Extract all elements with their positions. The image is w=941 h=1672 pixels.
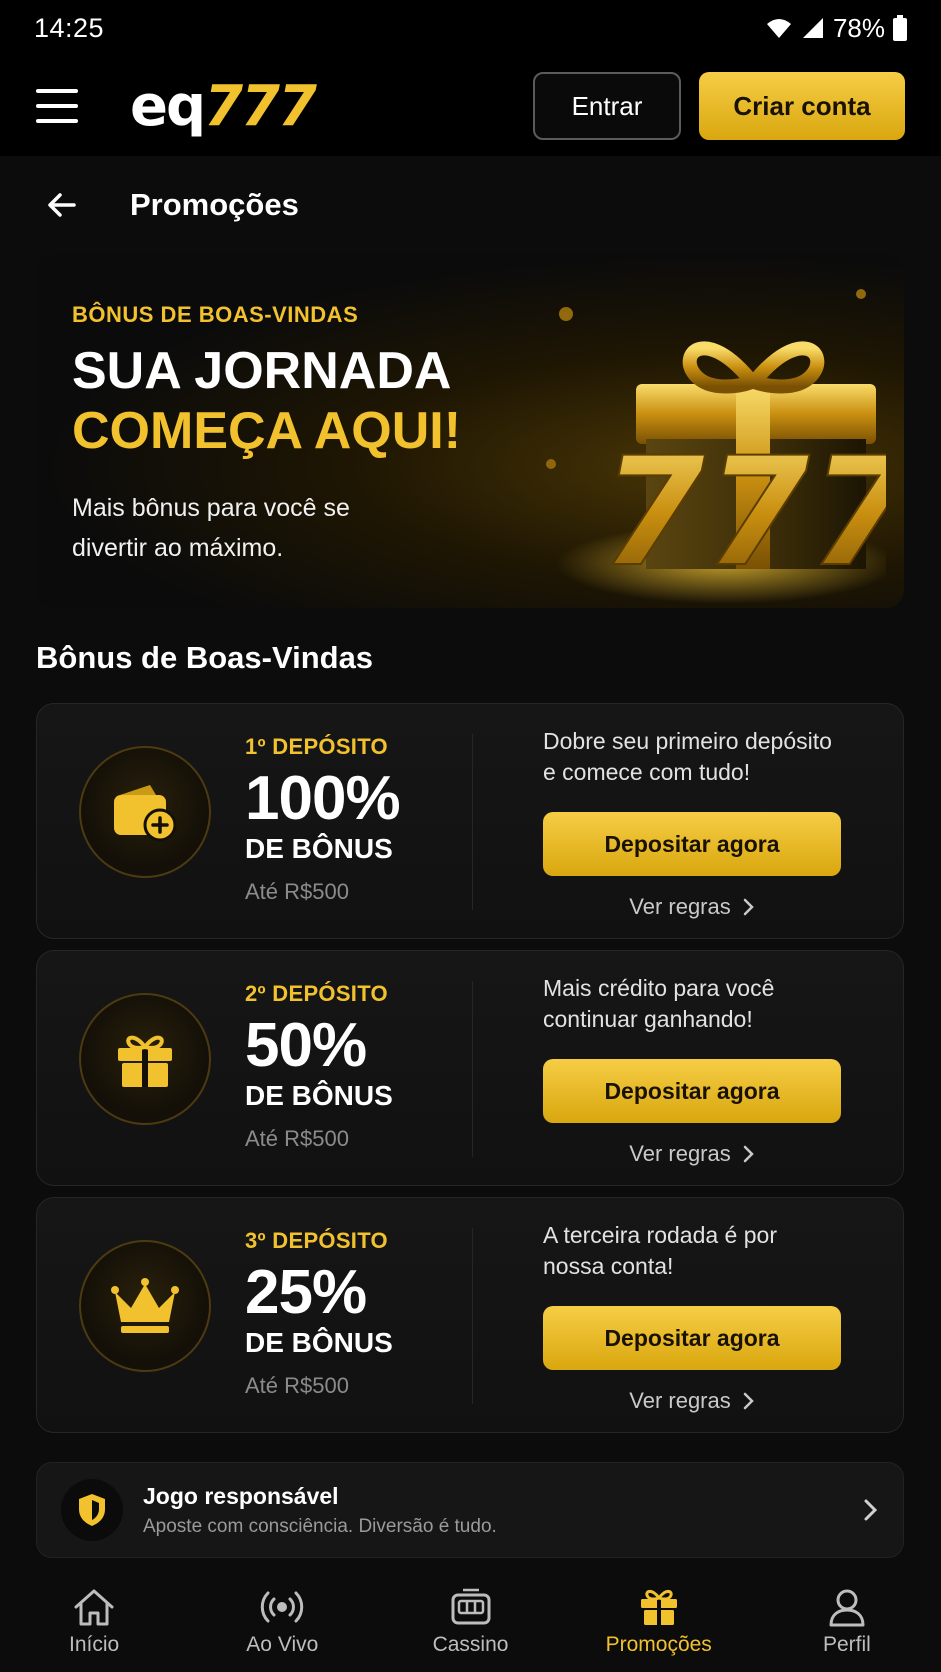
page-head: Promoções bbox=[0, 160, 941, 250]
signal-icon bbox=[802, 18, 823, 38]
bonus-medal bbox=[79, 993, 211, 1125]
nav-label: Promoções bbox=[605, 1633, 712, 1656]
rules-link-label: Ver regras bbox=[629, 1388, 731, 1413]
rules-link-label: Ver regras bbox=[629, 894, 731, 919]
rules-link[interactable]: Ver regras bbox=[543, 1141, 841, 1167]
bonus-card-3: 3º DEPÓSITO 25% DE BÔNUS Até R$500 A ter… bbox=[36, 1197, 904, 1433]
rules-link[interactable]: Ver regras bbox=[543, 894, 841, 920]
divider bbox=[472, 1228, 473, 1404]
signup-button[interactable]: Criar conta bbox=[699, 72, 905, 140]
menu-button[interactable] bbox=[36, 89, 78, 123]
welcome-banner[interactable]: BÔNUS DE BOAS-VINDAS SUA JORNADA COMEÇA … bbox=[36, 254, 904, 608]
resp-title: Jogo responsável bbox=[143, 1482, 339, 1509]
nav-label: Início bbox=[69, 1633, 120, 1656]
bonus-description: Dobre seu primeiro depósito e comece com… bbox=[543, 728, 832, 786]
nav-label: Perfil bbox=[822, 1633, 871, 1656]
shield-icon bbox=[79, 1494, 105, 1526]
bonus-cta: A terceira rodada é por nossa conta! Dep… bbox=[543, 1220, 843, 1414]
logo-accent: 777 bbox=[204, 73, 317, 139]
wallet-plus-icon bbox=[114, 785, 177, 842]
bonus-description: A terceira rodada é por nossa conta! bbox=[543, 1222, 777, 1280]
rules-link-label: Ver regras bbox=[629, 1141, 731, 1166]
nav-item-promotions[interactable]: Promoções bbox=[565, 1572, 753, 1672]
nav-item-home[interactable]: Início bbox=[0, 1572, 188, 1672]
crown-icon bbox=[111, 1278, 179, 1333]
logo-main: eq bbox=[130, 73, 206, 139]
banner-title-line2: COMEÇA AQUI! bbox=[72, 401, 462, 460]
bonus-cta: Mais crédito para você continuar ganhand… bbox=[543, 973, 843, 1167]
bonus-description: Mais crédito para você continuar ganhand… bbox=[543, 975, 775, 1033]
banner-777-text: 777 bbox=[601, 426, 886, 600]
status-time: 14:25 bbox=[34, 12, 105, 43]
bonus-limit: Até R$500 bbox=[245, 1373, 349, 1399]
nav-item-live[interactable]: Ao Vivo bbox=[188, 1572, 376, 1672]
logo[interactable]: eq 777 bbox=[130, 73, 317, 139]
gift-icon bbox=[640, 1590, 677, 1625]
responsible-gaming-banner[interactable]: Jogo responsável Aposte com consciência.… bbox=[36, 1462, 904, 1558]
nav-label: Ao Vivo bbox=[246, 1633, 319, 1656]
bonus-unit: DE BÔNUS bbox=[245, 1080, 393, 1112]
chevron-right-icon bbox=[864, 1499, 878, 1521]
divider bbox=[472, 734, 473, 910]
deposit-button[interactable]: Depositar agora bbox=[543, 812, 841, 876]
bonus-label: 1º DEPÓSITO bbox=[245, 734, 388, 759]
bonus-medal bbox=[79, 1240, 211, 1372]
slot-machine-icon bbox=[451, 1588, 490, 1625]
menu-icon-bar bbox=[36, 119, 78, 123]
bonus-label: 3º DEPÓSITO bbox=[245, 1228, 388, 1253]
nav-item-casino[interactable]: Cassino bbox=[376, 1572, 564, 1672]
menu-icon-bar bbox=[36, 104, 78, 108]
menu-icon bbox=[36, 89, 78, 93]
app-header: eq 777 Entrar Criar conta bbox=[0, 56, 941, 156]
wifi-icon bbox=[766, 19, 791, 38]
live-icon bbox=[261, 1591, 304, 1623]
bonus-medal bbox=[79, 746, 211, 878]
resp-subtitle: Aposte com consciência. Diversão é tudo. bbox=[143, 1515, 497, 1537]
bonus-unit: DE BÔNUS bbox=[245, 1327, 393, 1359]
back-arrow-icon[interactable] bbox=[44, 187, 80, 223]
bonus-unit: DE BÔNUS bbox=[245, 833, 393, 865]
login-button[interactable]: Entrar bbox=[533, 72, 681, 140]
deposit-button[interactable]: Depositar agora bbox=[543, 1306, 841, 1370]
bonus-limit: Até R$500 bbox=[245, 1126, 349, 1152]
chevron-right-icon bbox=[743, 1392, 754, 1410]
header-actions: Entrar Criar conta bbox=[533, 72, 905, 140]
battery-percent: 78% bbox=[832, 12, 885, 43]
gift-icon bbox=[118, 1035, 172, 1087]
bonus-info: 2º DEPÓSITO 50% DE BÔNUS Até R$500 bbox=[245, 981, 393, 1152]
divider bbox=[472, 981, 473, 1157]
battery-icon bbox=[893, 15, 907, 41]
status-icons: 78% bbox=[765, 13, 907, 44]
home-icon bbox=[74, 1589, 114, 1626]
bonus-percent: 100% bbox=[245, 764, 401, 833]
bonus-card-2: 2º DEPÓSITO 50% DE BÔNUS Até R$500 Mais … bbox=[36, 950, 904, 1186]
resp-text: Jogo responsável Aposte com consciência.… bbox=[143, 1483, 497, 1538]
bonus-info: 3º DEPÓSITO 25% DE BÔNUS Até R$500 bbox=[245, 1228, 393, 1399]
bonus-percent: 50% bbox=[245, 1011, 367, 1080]
page-title: Promoções bbox=[130, 187, 299, 222]
gift-777-illustration: 777 bbox=[546, 289, 886, 604]
nav-label: Cassino bbox=[432, 1633, 509, 1656]
bonus-label: 2º DEPÓSITO bbox=[245, 981, 388, 1006]
status-bar: 14:25 78% bbox=[0, 0, 941, 56]
bonus-info: 1º DEPÓSITO 100% DE BÔNUS Até R$500 bbox=[245, 734, 401, 905]
bonus-percent: 25% bbox=[245, 1258, 367, 1327]
rules-link[interactable]: Ver regras bbox=[543, 1388, 841, 1414]
deposit-button[interactable]: Depositar agora bbox=[543, 1059, 841, 1123]
banner-title-line1: SUA JORNADA bbox=[72, 342, 452, 400]
bonus-limit: Até R$500 bbox=[245, 879, 349, 905]
banner-text: BÔNUS DE BOAS-VINDAS SUA JORNADA COMEÇA … bbox=[72, 302, 461, 568]
nav-item-profile[interactable]: Perfil bbox=[753, 1572, 941, 1672]
bonus-card-1: 1º DEPÓSITO 100% DE BÔNUS Até R$500 Dobr… bbox=[36, 703, 904, 939]
section-title: Bônus de Boas-Vindas bbox=[36, 640, 374, 675]
bonus-cta: Dobre seu primeiro depósito e comece com… bbox=[543, 726, 843, 920]
chevron-right-icon bbox=[743, 1145, 754, 1163]
banner-subtitle: Mais bônus para você se divertir ao máxi… bbox=[72, 493, 350, 562]
bottom-nav: Início Ao Vivo Cassino Promoções Perfil bbox=[0, 1572, 941, 1672]
banner-kicker: BÔNUS DE BOAS-VINDAS bbox=[72, 302, 359, 327]
resp-icon-wrap bbox=[61, 1479, 123, 1541]
chevron-right-icon bbox=[743, 898, 754, 916]
user-icon bbox=[829, 1589, 865, 1627]
